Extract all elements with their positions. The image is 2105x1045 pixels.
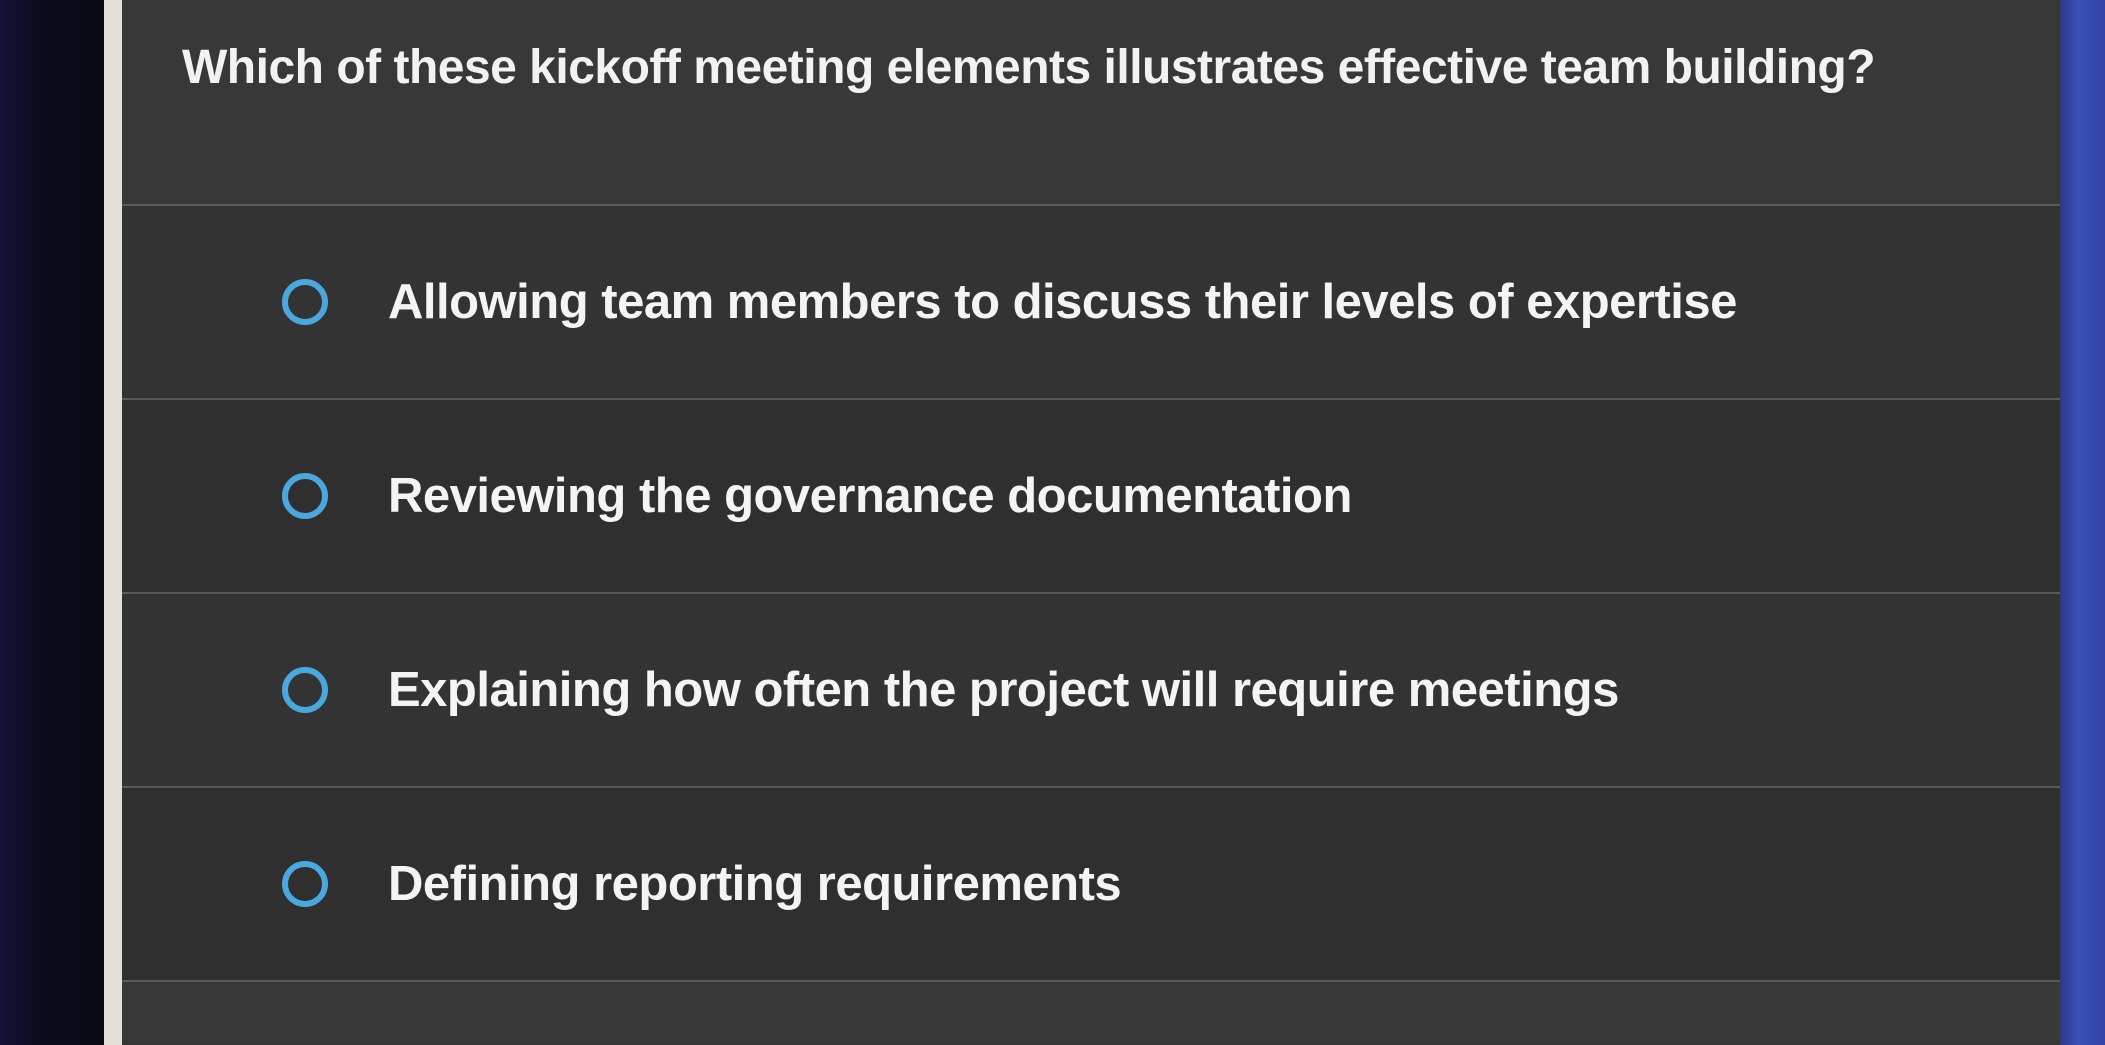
radio-unchecked-icon[interactable]	[282, 473, 328, 519]
radio-unchecked-icon[interactable]	[282, 667, 328, 713]
answer-option-label: Reviewing the governance documentation	[388, 469, 1352, 523]
answer-option-label: Allowing team members to discuss their l…	[388, 275, 1737, 329]
quiz-panel: Which of these kickoff meeting elements …	[122, 0, 2062, 1045]
answer-option-1[interactable]: Allowing team members to discuss their l…	[122, 206, 2062, 400]
radio-unchecked-icon[interactable]	[282, 279, 328, 325]
answer-option-2[interactable]: Reviewing the governance documentation	[122, 400, 2062, 594]
monitor-edge	[2060, 0, 2105, 1045]
radio-unchecked-icon[interactable]	[282, 861, 328, 907]
answer-option-3[interactable]: Explaining how often the project will re…	[122, 594, 2062, 788]
answer-option-4[interactable]: Defining reporting requirements	[122, 788, 2062, 982]
screen: Which of these kickoff meeting elements …	[0, 0, 2105, 1045]
question-text: Which of these kickoff meeting elements …	[182, 41, 1876, 94]
answer-option-label: Explaining how often the project will re…	[388, 663, 1619, 717]
answer-options: Allowing team members to discuss their l…	[122, 206, 2062, 982]
question-header: Which of these kickoff meeting elements …	[122, 0, 2062, 206]
answer-option-label: Defining reporting requirements	[388, 857, 1122, 911]
content-border	[104, 0, 122, 1045]
next-option-partial	[122, 982, 2062, 1042]
